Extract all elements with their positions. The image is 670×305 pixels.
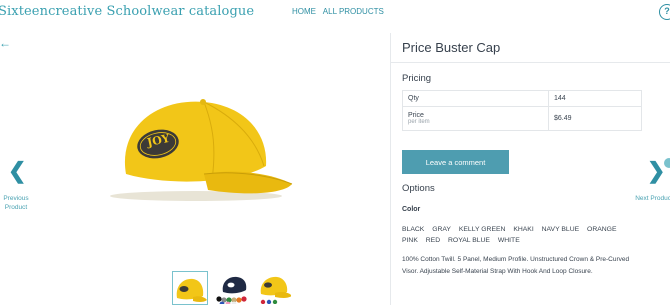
thumbnail-yellow-cap[interactable] [172,271,208,305]
color-option[interactable]: ROYAL BLUE [448,237,490,244]
product-main-image[interactable]: JOY [96,88,296,203]
panel-divider [390,33,391,305]
table-row: Price per item $6.49 [402,106,642,131]
leave-comment-button[interactable]: Leave a comment [402,150,509,174]
color-heading: Color [402,206,421,213]
price-label-cell: Price per item [402,106,549,131]
nav-home-link[interactable]: HOME [292,7,316,16]
pricing-heading: Pricing [402,73,432,84]
price-label: Price [408,112,424,119]
product-title: Price Buster Cap [402,40,501,55]
color-option[interactable]: RED [426,237,440,244]
color-option[interactable]: KELLY GREEN [459,226,506,233]
price-value: $6.49 [548,106,642,131]
next-chevron-icon[interactable]: ❯ [647,158,665,184]
nav-all-products-link[interactable]: ALL PRODUCTS [323,7,384,16]
color-option[interactable]: GRAY [432,226,451,233]
color-option[interactable]: KHAKI [513,226,533,233]
next-product-label[interactable]: Next Product [634,194,670,203]
color-option[interactable]: BLACK [402,226,424,233]
qty-value: 144 [548,90,642,107]
title-rule [390,62,670,63]
brand-title[interactable]: Sixteencreative Schoolwear catalogue [0,4,254,19]
back-arrow-icon[interactable]: ← [0,36,11,50]
table-row: Qty 144 [402,90,642,107]
options-heading: Options [402,183,435,194]
color-option[interactable]: WHITE [498,237,520,244]
thumbnail-strip [172,271,292,305]
product-description: 100% Cotton Twill. 5 Panel, Medium Profi… [402,256,630,275]
color-option[interactable]: NAVY BLUE [542,226,580,233]
color-options: BLACK GRAY KELLY GREEN KHAKI NAVY BLUE O… [402,224,642,246]
price-unit: per item [408,119,430,125]
qty-label: Qty [402,90,549,107]
thumbnail-yellow-cap-variant[interactable] [256,271,292,305]
help-icon[interactable]: ? [659,4,670,20]
previous-product-label[interactable]: Previous Product [0,194,36,212]
previous-chevron-icon[interactable]: ❮ [8,158,26,184]
pricing-table: Qty 144 Price per item $6.49 [402,90,642,131]
color-option[interactable]: PINK [402,237,418,244]
thumbnail-color-range[interactable] [214,271,250,305]
top-nav: HOME ALL PRODUCTS [292,7,389,16]
next-indicator-dot [664,158,670,168]
color-option[interactable]: ORANGE [587,226,616,233]
